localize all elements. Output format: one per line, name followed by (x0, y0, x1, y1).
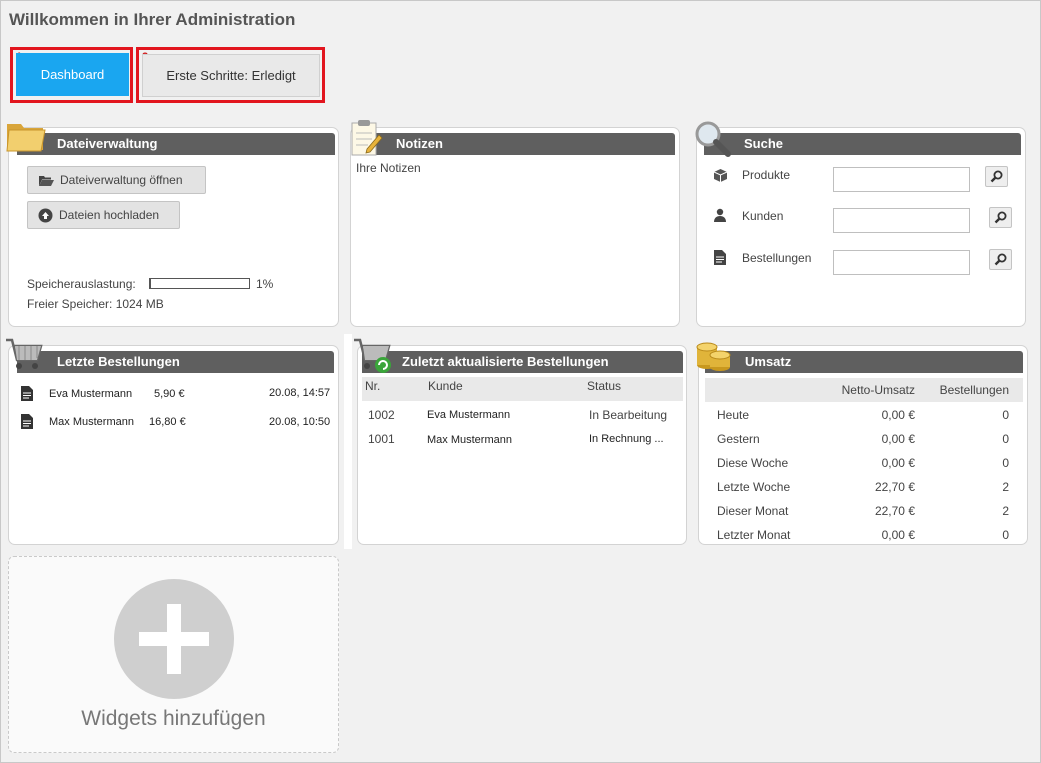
search-label-orders: Bestellungen (742, 251, 812, 265)
column-customer[interactable]: Kunde (428, 379, 463, 393)
document-icon (714, 250, 726, 265)
revenue-period: Dieser Monat (717, 504, 789, 518)
user-icon (714, 208, 726, 222)
document-icon (21, 414, 33, 429)
order-number[interactable]: 1002 (368, 408, 395, 422)
order-customer[interactable]: Eva Mustermann (49, 388, 132, 400)
revenue-period: Gestern (717, 432, 760, 446)
upload-icon (38, 208, 53, 222)
widget-header-recent-orders[interactable]: Letzte Bestellungen (17, 351, 334, 373)
open-file-manager-label: Dateiverwaltung öffnen (60, 173, 183, 187)
search-icon (990, 170, 1003, 183)
tab-dashboard[interactable]: Dashboard (16, 53, 129, 96)
revenue-orders-count: 0 (1002, 432, 1009, 446)
search-label-products: Produkte (742, 168, 791, 182)
add-widgets-panel[interactable]: Widgets hinzufügen (8, 556, 339, 753)
revenue-orders-count: 0 (1002, 408, 1009, 422)
revenue-orders-count: 0 (1002, 528, 1009, 542)
order-date: 20.08, 10:50 (269, 416, 331, 428)
revenue-net: 22,70 € (874, 504, 915, 518)
upload-files-button[interactable]: Dateien hochladen (27, 201, 180, 229)
cart-refresh-icon (354, 338, 391, 373)
order-date: 20.08, 14:57 (269, 387, 331, 399)
column-orders: Bestellungen (939, 383, 1009, 397)
revenue-orders-count: 2 (1002, 480, 1009, 494)
widget-header-search[interactable]: Suche (704, 133, 1021, 155)
revenue-period: Heute (717, 408, 750, 422)
search-products-button[interactable] (985, 166, 1008, 187)
search-widget: Suche Produkte Kunden Bestellungen (696, 127, 1026, 327)
upload-files-label: Dateien hochladen (59, 208, 160, 222)
column-gap (344, 334, 352, 549)
order-customer: Max Mustermann (427, 434, 512, 446)
revenue-net: 0,00 € (881, 528, 915, 542)
recent-orders-widget: Letzte Bestellungen Eva Mustermann 5,90 … (8, 345, 339, 545)
page-title: Willkommen in Ihrer Administration (9, 10, 296, 29)
updated-orders-table-header: Nr. Kunde Status (362, 377, 683, 401)
revenue-net: 0,00 € (881, 456, 915, 470)
order-customer: Eva Mustermann (427, 409, 511, 421)
order-amount: 5,90 € (154, 388, 185, 400)
revenue-period: Letzter Monat (717, 528, 791, 542)
folder-icon (6, 124, 46, 152)
storage-progress-fill (150, 279, 151, 288)
cube-icon (713, 169, 728, 182)
order-amount: 16,80 € (149, 416, 186, 428)
order-status: In Bearbeitung (589, 408, 668, 422)
revenue-net: 22,70 € (874, 480, 915, 494)
storage-progress-bar (149, 278, 250, 289)
notepad-icon (351, 120, 383, 156)
widget-header-updated-orders[interactable]: Zuletzt aktualisierte Bestellungen (362, 351, 683, 373)
folder-open-icon (39, 175, 54, 186)
document-icon (21, 386, 33, 401)
revenue-orders-count: 2 (1002, 504, 1009, 518)
revenue-period: Diese Woche (717, 456, 789, 470)
revenue-table-header: Netto-Umsatz Bestellungen (705, 378, 1023, 402)
order-status: In Rechnung ... (589, 433, 664, 445)
revenue-net: 0,00 € (881, 432, 915, 446)
order-number[interactable]: 1001 (368, 432, 395, 446)
revenue-period: Letzte Woche (717, 480, 791, 494)
open-file-manager-button[interactable]: Dateiverwaltung öffnen (27, 166, 206, 194)
column-net-revenue: Netto-Umsatz (841, 383, 915, 397)
add-widget-plus-icon[interactable] (114, 579, 234, 699)
revenue-net: 0,00 € (881, 408, 915, 422)
add-widgets-label[interactable]: Widgets hinzufügen (9, 707, 338, 731)
revenue-widget: Umsatz Netto-Umsatz Bestellungen Heute 0,… (698, 345, 1028, 545)
coins-icon (696, 342, 731, 371)
widget-header-notes[interactable]: Notizen (356, 133, 675, 155)
widget-header-files[interactable]: Dateiverwaltung (17, 133, 335, 155)
column-nr[interactable]: Nr. (365, 379, 380, 393)
order-customer[interactable]: Max Mustermann (49, 416, 134, 428)
search-orders-input[interactable] (833, 250, 970, 275)
search-icon (994, 253, 1007, 266)
updated-orders-widget: Zuletzt aktualisierte Bestellungen Nr. K… (357, 345, 687, 545)
tab-first-steps[interactable]: Erste Schritte: Erledigt (142, 54, 320, 97)
shopping-cart-icon (6, 338, 43, 369)
file-management-widget: Dateiverwaltung Dateiverwaltung öffnen D… (8, 127, 339, 327)
search-label-customers: Kunden (742, 209, 784, 223)
search-products-input[interactable] (833, 167, 970, 192)
search-customers-button[interactable] (989, 207, 1012, 228)
column-status[interactable]: Status (587, 379, 621, 393)
search-customers-input[interactable] (833, 208, 970, 233)
magnifier-icon (695, 121, 731, 157)
storage-percent: 1% (256, 277, 274, 291)
revenue-orders-count: 0 (1002, 456, 1009, 470)
storage-usage-label: Speicherauslastung: (27, 277, 136, 291)
notes-widget: Notizen Ihre Notizen (350, 127, 680, 327)
search-icon (994, 211, 1007, 224)
free-storage-label: Freier Speicher: 1024 MB (27, 297, 164, 311)
search-orders-button[interactable] (989, 249, 1012, 270)
notes-text[interactable]: Ihre Notizen (356, 161, 421, 175)
widget-header-revenue[interactable]: Umsatz (705, 351, 1023, 373)
